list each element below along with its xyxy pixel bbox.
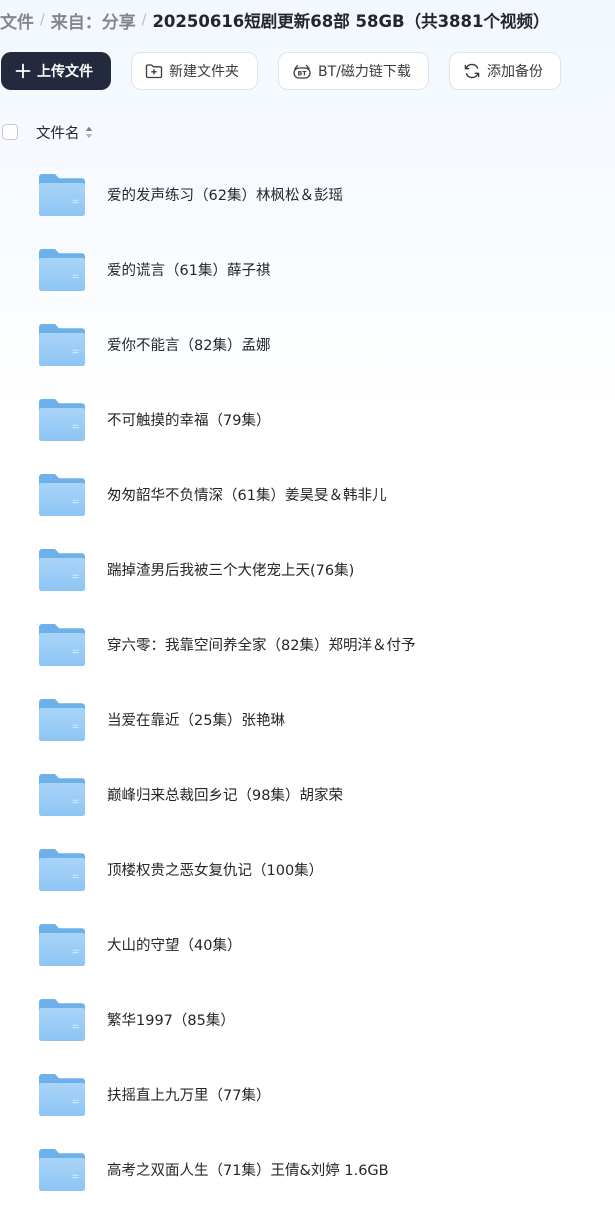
folder-row[interactable]: 繁华1997（85集）	[0, 982, 615, 1057]
folder-name: 穿六零：我靠空间养全家（82集）郑明洋＆付予	[107, 638, 416, 654]
folder-row[interactable]: 踹掉渣男后我被三个大佬宠上天(76集)	[0, 532, 615, 607]
folder-icon	[39, 1073, 85, 1116]
folder-name: 当爱在靠近（25集）张艳琳	[107, 713, 285, 729]
folder-icon	[39, 773, 85, 816]
folder-name: 大山的守望（40集）	[107, 938, 242, 954]
select-all-checkbox[interactable]	[2, 124, 18, 140]
folder-icon	[39, 173, 85, 216]
column-header-name[interactable]: 文件名	[36, 122, 80, 143]
folder-row[interactable]: 穿六零：我靠空间养全家（82集）郑明洋＆付予	[0, 607, 615, 682]
list-header: 文件名	[0, 121, 93, 143]
folder-icon	[39, 848, 85, 891]
file-list: 爱的发声练习（62集）林枫松＆彭瑶 爱的谎言（61集）薛子祺 爱你不能言（82集…	[0, 157, 615, 1207]
folder-row[interactable]: 爱的发声练习（62集）林枫松＆彭瑶	[0, 157, 615, 232]
svg-text:BT: BT	[298, 71, 308, 78]
folder-icon	[39, 548, 85, 591]
breadcrumb-separator: /	[141, 12, 147, 28]
folder-name: 爱的谎言（61集）薛子祺	[107, 263, 271, 279]
folder-row[interactable]: 不可触摸的幸福（79集）	[0, 382, 615, 457]
folder-name: 匆匆韶华不负情深（61集）姜昊旻＆韩非儿	[107, 488, 387, 504]
folder-icon	[39, 923, 85, 966]
folder-row[interactable]: 当爱在靠近（25集）张艳琳	[0, 682, 615, 757]
folder-icon	[39, 323, 85, 366]
add-backup-button-label: 添加备份	[487, 64, 543, 80]
bt-magnet-download-button[interactable]: BT BT/磁力链下载	[278, 52, 429, 90]
folder-row[interactable]: 匆匆韶华不负情深（61集）姜昊旻＆韩非儿	[0, 457, 615, 532]
folder-row[interactable]: 爱你不能言（82集）孟娜	[0, 307, 615, 382]
toolbar: 上传文件 新建文件夹 BT BT/磁力链下载 添加备份	[1, 52, 561, 90]
folder-icon	[39, 698, 85, 741]
folder-row[interactable]: 高考之双面人生（71集）王倩&刘婷 1.6GB	[0, 1132, 615, 1207]
folder-name: 不可触摸的幸福（79集）	[107, 413, 271, 429]
new-folder-button-label: 新建文件夹	[169, 64, 239, 80]
folder-row[interactable]: 扶摇直上九万里（77集）	[0, 1057, 615, 1132]
folder-icon	[39, 473, 85, 516]
folder-name: 巅峰归来总裁回乡记（98集）胡家荣	[107, 788, 343, 804]
add-backup-button[interactable]: 添加备份	[449, 52, 561, 90]
folder-name: 爱你不能言（82集）孟娜	[107, 338, 271, 354]
bt-icon: BT	[292, 62, 312, 80]
folder-name: 爱的发声练习（62集）林枫松＆彭瑶	[107, 188, 343, 204]
plus-icon	[15, 63, 31, 79]
folder-icon	[39, 998, 85, 1041]
folder-name: 顶楼权贵之恶女复仇记（100集）	[107, 863, 324, 879]
upload-button[interactable]: 上传文件	[1, 52, 111, 90]
breadcrumb-item-shared[interactable]: 来自：分享	[51, 8, 136, 33]
sort-icon[interactable]	[85, 126, 93, 139]
folder-row[interactable]: 大山的守望（40集）	[0, 907, 615, 982]
folder-row[interactable]: 顶楼权贵之恶女复仇记（100集）	[0, 832, 615, 907]
new-folder-button[interactable]: 新建文件夹	[131, 52, 258, 90]
sync-icon	[463, 62, 481, 80]
breadcrumb-item-files[interactable]: 文件	[0, 8, 34, 33]
breadcrumb-separator: /	[40, 12, 45, 28]
folder-row[interactable]: 爱的谎言（61集）薛子祺	[0, 232, 615, 307]
breadcrumb-current-folder: 20250616短剧更新68部 58GB（共3881个视频）	[152, 12, 550, 31]
upload-button-label: 上传文件	[37, 64, 93, 80]
folder-name: 踹掉渣男后我被三个大佬宠上天(76集)	[107, 563, 355, 579]
folder-name: 高考之双面人生（71集）王倩&刘婷 1.6GB	[107, 1163, 389, 1179]
folder-row[interactable]: 巅峰归来总裁回乡记（98集）胡家荣	[0, 757, 615, 832]
folder-icon	[39, 1148, 85, 1191]
folder-name: 扶摇直上九万里（77集）	[107, 1088, 271, 1104]
folder-plus-icon	[145, 63, 163, 79]
folder-name: 繁华1997（85集）	[107, 1013, 235, 1029]
folder-icon	[39, 398, 85, 441]
bt-magnet-download-button-label: BT/磁力链下载	[318, 64, 411, 80]
breadcrumb: 文件 / 来自：分享 / 20250616短剧更新68部 58GB（共3881个…	[0, 6, 550, 34]
folder-icon	[39, 623, 85, 666]
folder-icon	[39, 248, 85, 291]
